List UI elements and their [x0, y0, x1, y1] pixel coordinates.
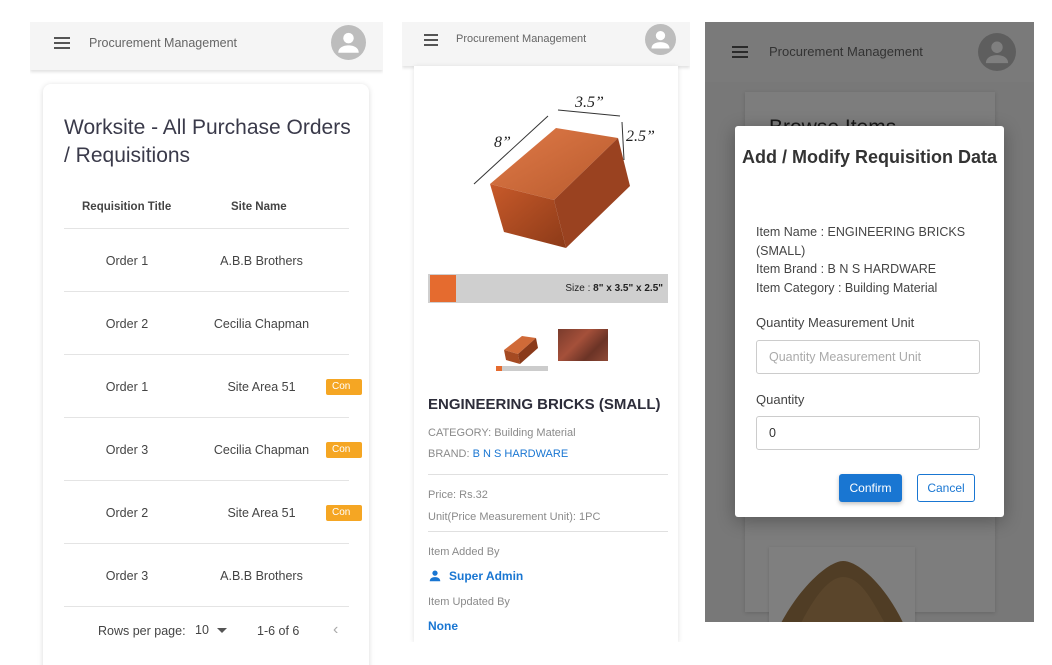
- rows-per-page-label: Rows per page:: [98, 624, 186, 638]
- person-icon: [429, 570, 441, 582]
- added-by-label: Item Added By: [428, 546, 500, 558]
- requisition-dialog: Add / Modify Requisition Data Item Name …: [735, 126, 1004, 517]
- product-title: ENGINEERING BRICKS (SMALL): [428, 396, 661, 413]
- divider: [428, 531, 668, 532]
- status-badge: Con: [326, 505, 362, 521]
- image-thumbnail-1[interactable]: [496, 324, 548, 372]
- product-category: CATEGORY: Building Material: [428, 427, 576, 439]
- table-row[interactable]: Order 1 Site Area 51 Con: [64, 354, 362, 418]
- table-row[interactable]: Order 3 A.B.B Brothers: [64, 543, 349, 607]
- page-range: 1-6 of 6: [257, 624, 300, 638]
- product-unit: Unit(Price Measurement Unit): 1PC: [428, 511, 601, 523]
- pagination: Rows per page: 10 1-6 of 6 ‹: [43, 621, 369, 664]
- item-detail-card: 3.5” 2.5” 8” Size : 8" x 3.5" x 2.5" ENG…: [414, 66, 678, 642]
- menu-icon[interactable]: [54, 37, 70, 49]
- image-thumbnail-2[interactable]: [558, 329, 608, 361]
- requisition-title: Order 1: [105, 380, 149, 394]
- app-bar: Procurement Management: [402, 22, 690, 66]
- size-value: 8" x 3.5" x 2.5": [593, 283, 663, 294]
- quantity-label: Quantity: [756, 392, 805, 407]
- app-title: Procurement Management: [89, 36, 237, 50]
- requisition-title: Order 1: [105, 254, 149, 268]
- site-name: Site Area 51: [227, 506, 296, 520]
- site-name: Site Area 51: [227, 380, 296, 394]
- status-badge: Con: [326, 442, 362, 458]
- added-by-user[interactable]: Super Admin: [428, 569, 523, 583]
- dimension-length: 8”: [494, 134, 511, 151]
- product-brand: BRAND: B N S HARDWARE: [428, 448, 568, 460]
- app-bar: Procurement Management: [30, 22, 383, 70]
- table-row[interactable]: Order 2 Cecilia Chapman: [64, 291, 349, 355]
- dimension-top: 3.5”: [575, 94, 604, 111]
- item-category: Item Category : Building Material: [756, 281, 938, 296]
- app-title: Procurement Management: [456, 33, 587, 45]
- updated-by-value: None: [428, 619, 458, 633]
- requisition-title: Order 2: [105, 506, 149, 520]
- size-label: Size :: [565, 283, 591, 294]
- item-brand: Item Brand : B N S HARDWARE: [756, 262, 937, 277]
- product-image: 3.5” 2.5” 8”: [428, 74, 668, 264]
- divider: [428, 474, 668, 475]
- prev-page-icon[interactable]: ‹: [333, 621, 338, 639]
- size-text: Size : 8" x 3.5" x 2.5": [565, 283, 663, 294]
- column-header-site[interactable]: Site Name: [231, 201, 287, 213]
- dropdown-arrow-icon: [216, 627, 227, 633]
- cancel-button[interactable]: Cancel: [917, 474, 975, 502]
- menu-icon[interactable]: [424, 34, 438, 46]
- site-name: A.B.B Brothers: [220, 254, 303, 268]
- dialog-title: Add / Modify Requisition Data: [742, 147, 997, 167]
- requisition-title: Order 3: [105, 569, 149, 583]
- status-badge: Con: [326, 379, 362, 395]
- brand-logo: [430, 275, 456, 302]
- site-name: Cecilia Chapman: [213, 443, 310, 457]
- item-name: Item Name : ENGINEERING BRICKS (SMALL): [756, 225, 966, 258]
- dimension-side: 2.5”: [626, 128, 655, 145]
- purchase-orders-card: Worksite - All Purchase Orders / Requisi…: [43, 84, 369, 665]
- site-name: A.B.B Brothers: [220, 569, 303, 583]
- updated-by-label: Item Updated By: [428, 596, 510, 608]
- brand-label: BRAND:: [428, 448, 470, 460]
- rows-per-page-select[interactable]: 10: [195, 623, 227, 637]
- brand-link[interactable]: B N S HARDWARE: [473, 448, 569, 460]
- browse-items-screen: Procurement Management Browse Items Add …: [705, 22, 1034, 622]
- item-detail-screen: Procurement Management 3.5” 2.5” 8” Size…: [402, 22, 690, 642]
- qmu-input[interactable]: [756, 340, 980, 374]
- added-by-name: Super Admin: [449, 569, 524, 583]
- table-row[interactable]: Order 2 Site Area 51 Con: [64, 480, 362, 544]
- table-row[interactable]: Order 3 Cecilia Chapman Con: [64, 417, 362, 481]
- requisition-title: Order 2: [105, 317, 149, 331]
- avatar[interactable]: [331, 25, 366, 60]
- site-name: Cecilia Chapman: [213, 317, 310, 331]
- purchase-orders-screen: Procurement Management Worksite - All Pu…: [30, 22, 383, 665]
- item-info: Item Name : ENGINEERING BRICKS (SMALL) I…: [756, 223, 986, 298]
- page-title: Worksite - All Purchase Orders / Requisi…: [64, 116, 351, 167]
- column-header-title[interactable]: Requisition Title: [82, 201, 171, 213]
- confirm-button[interactable]: Confirm: [839, 474, 902, 502]
- size-banner: Size : 8" x 3.5" x 2.5": [428, 274, 668, 303]
- avatar[interactable]: [645, 24, 676, 55]
- qmu-label: Quantity Measurement Unit: [756, 315, 915, 330]
- requisition-title: Order 3: [105, 443, 149, 457]
- table-divider: [64, 606, 349, 608]
- table-row[interactable]: Order 1 A.B.B Brothers: [64, 228, 349, 292]
- quantity-input[interactable]: [756, 416, 980, 450]
- product-price: Price: Rs.32: [428, 489, 488, 501]
- rows-per-page-value: 10: [195, 623, 209, 637]
